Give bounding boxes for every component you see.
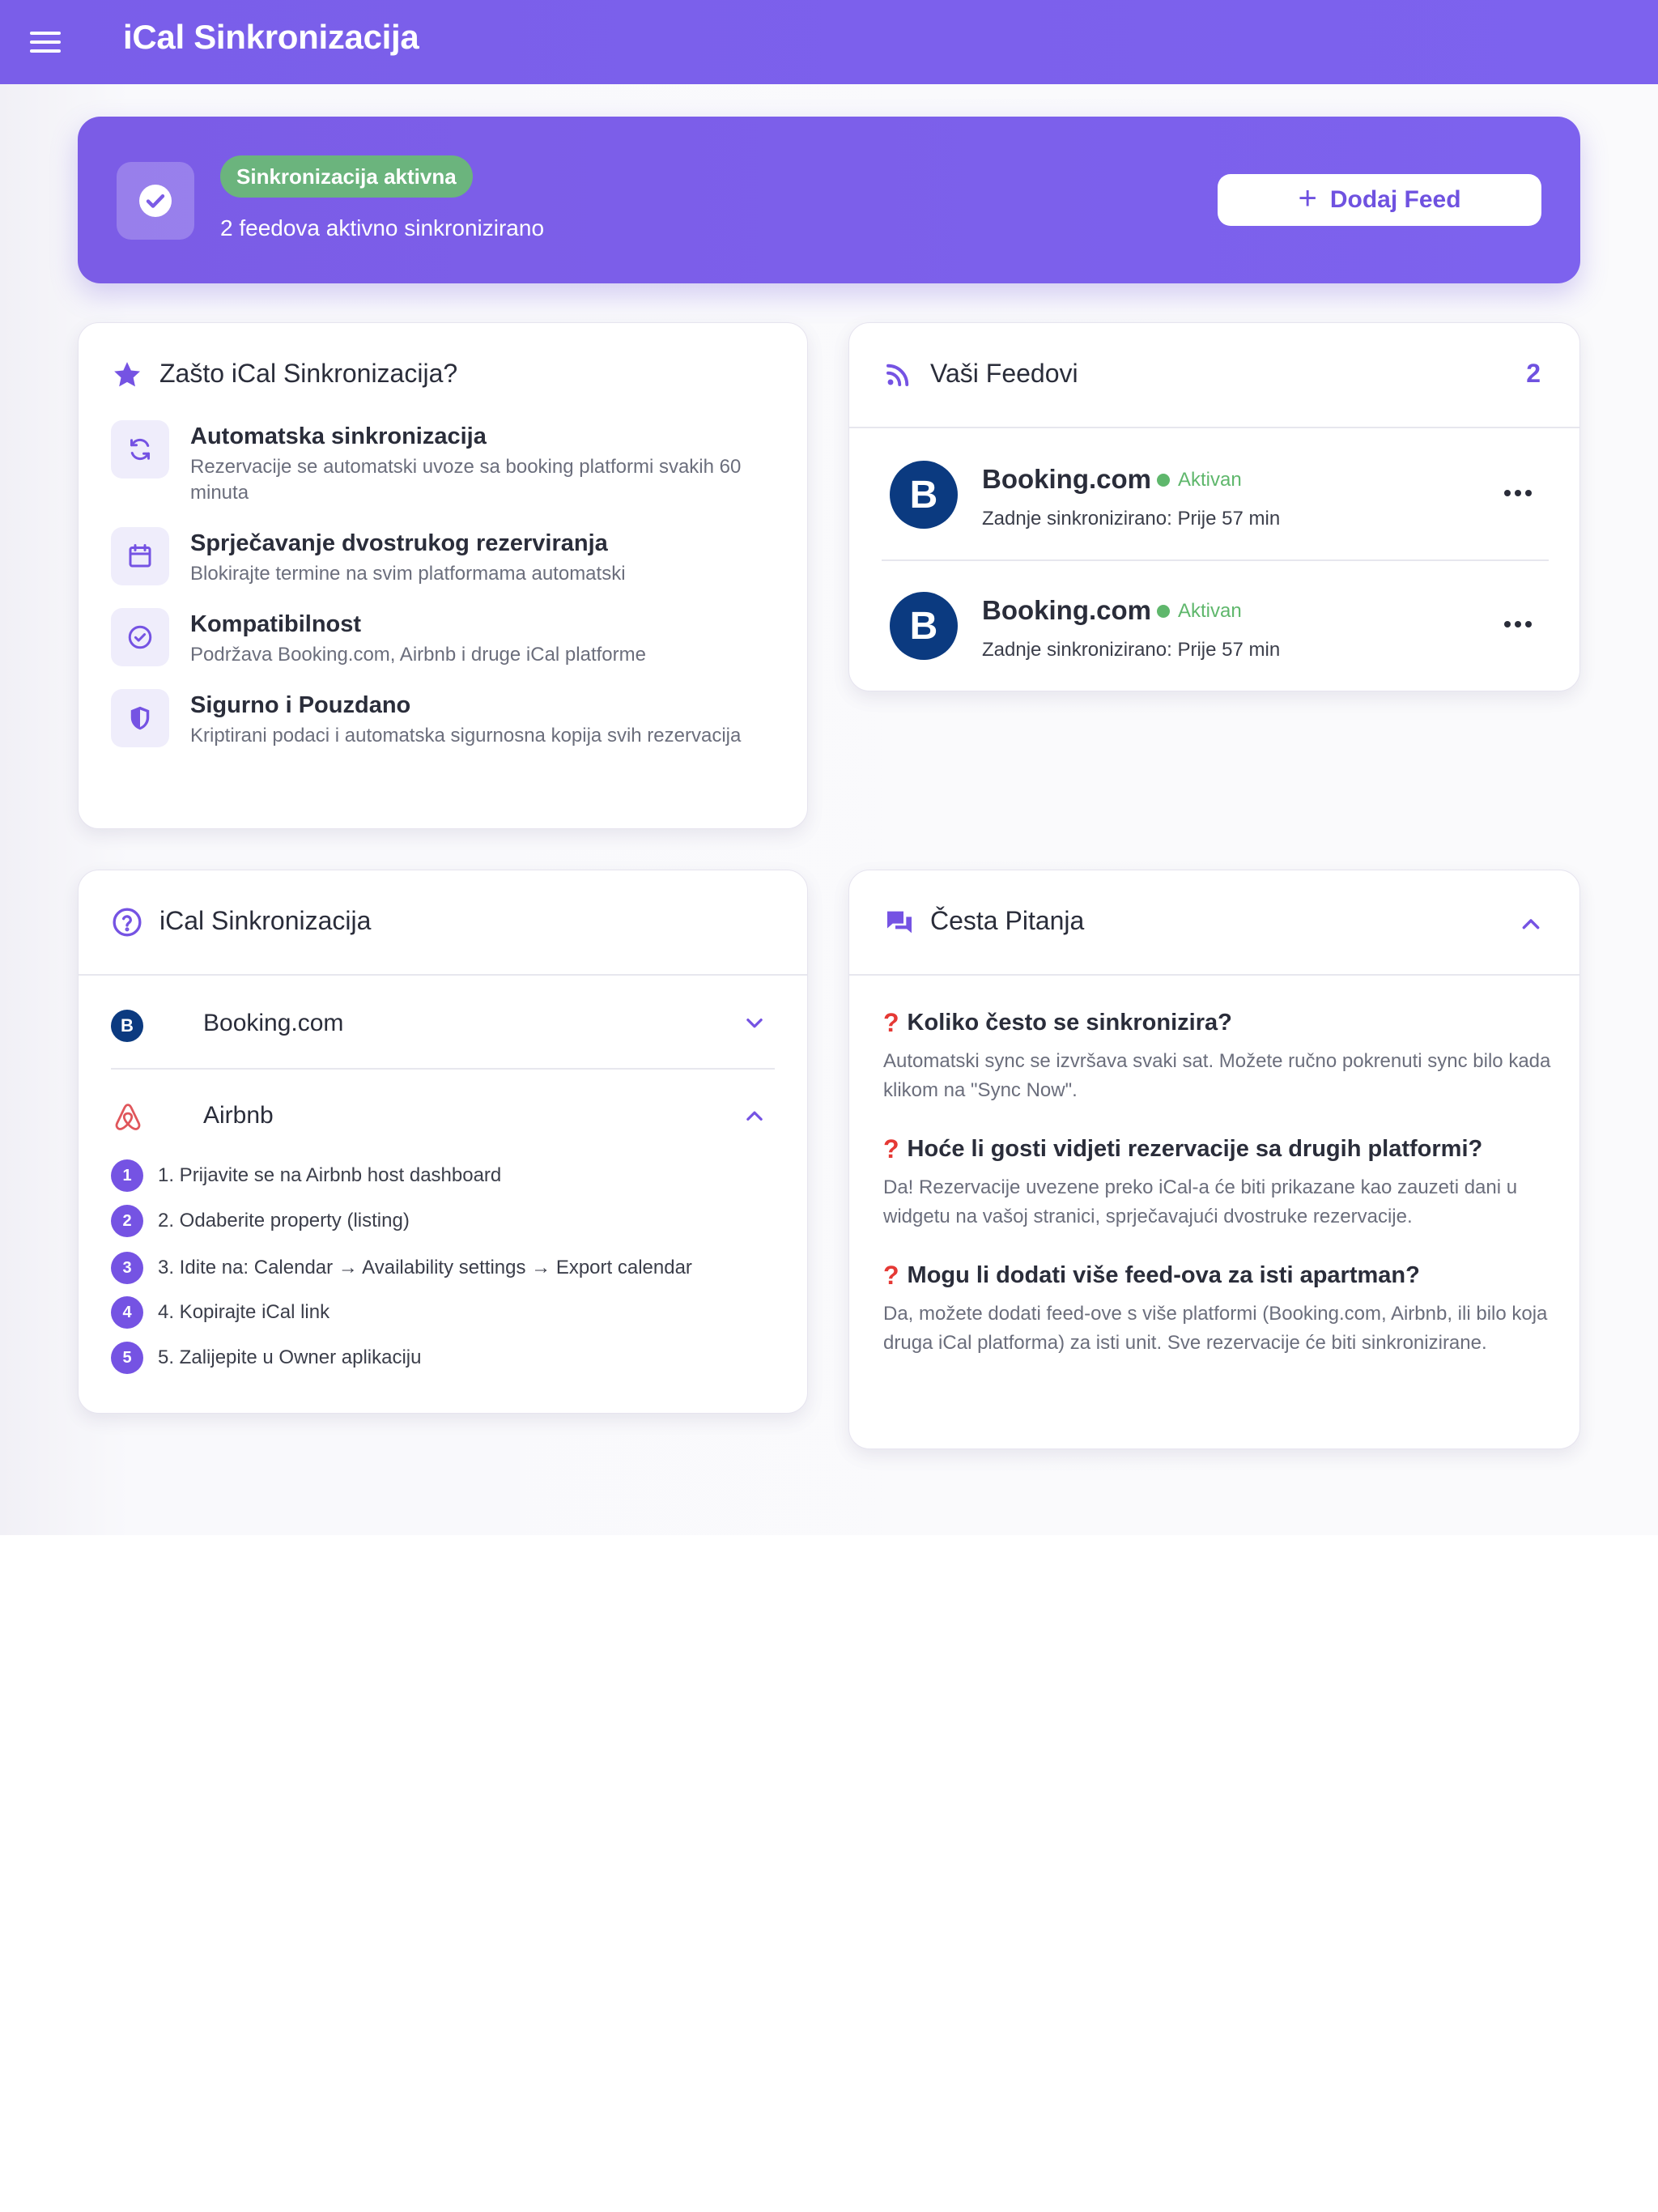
more-options-icon[interactable] bbox=[1495, 608, 1541, 640]
faq-question-text: Hoće li gosti vidjeti rezervacije sa dru… bbox=[907, 1136, 1483, 1162]
faq-answer: Automatski sync se izvršava svaki sat. M… bbox=[883, 1050, 1551, 1101]
feature-title: Sprječavanje dvostrukog rezerviranja bbox=[190, 530, 608, 556]
help-icon bbox=[111, 906, 143, 938]
sync-summary: 2 feedova aktivno sinkronizirano bbox=[220, 215, 545, 240]
step-number: 2 bbox=[111, 1205, 143, 1237]
faq-answer: Da, možete dodati feed-ove s više platfo… bbox=[883, 1303, 1548, 1354]
status-dot-icon bbox=[1157, 474, 1170, 487]
calendar-icon bbox=[111, 527, 169, 585]
faq-answer: Da! Rezervacije uvezene preko iCal-a će … bbox=[883, 1176, 1518, 1227]
step-text: 3. Idite na: Calendar → Availability set… bbox=[158, 1257, 692, 1278]
divider bbox=[111, 1068, 775, 1070]
feature-description: Blokirajte termine na svim platformama a… bbox=[190, 563, 626, 585]
status-badge: Sinkronizacija aktivna bbox=[220, 155, 473, 198]
booking-logo: B bbox=[890, 461, 958, 529]
faq-question-text: Koliko često se sinkronizira? bbox=[907, 1010, 1232, 1036]
step-number: 4 bbox=[111, 1296, 143, 1329]
add-feed-label: Dodaj Feed bbox=[1329, 186, 1461, 213]
airbnb-icon bbox=[111, 1100, 145, 1134]
app-bar: iCal Sinkronizacija bbox=[0, 0, 1658, 84]
chevron-up-icon[interactable] bbox=[742, 1104, 767, 1128]
status-text: Aktivan bbox=[1178, 600, 1242, 622]
more-options-icon[interactable] bbox=[1495, 477, 1541, 509]
question-mark-icon: ? bbox=[883, 1261, 899, 1290]
sync-status-banner: Sinkronizacija aktivna 2 feedova aktivno… bbox=[78, 117, 1580, 283]
plus-icon: + bbox=[1298, 181, 1317, 216]
faq-card-title: Česta Pitanja bbox=[930, 906, 1085, 935]
faq-question-text: Mogu li dodati više feed-ova za isti apa… bbox=[907, 1262, 1420, 1288]
status-dot-icon bbox=[1157, 605, 1170, 618]
check-circle-icon bbox=[111, 608, 169, 666]
last-sync-text: Zadnje sinkronizirano: Prije 57 min bbox=[982, 639, 1281, 661]
feed-name: Booking.com bbox=[982, 464, 1152, 494]
ical-card-title: iCal Sinkronizacija bbox=[159, 906, 372, 935]
feature-title: Sigurno i Pouzdano bbox=[190, 692, 411, 718]
page-title: iCal Sinkronizacija bbox=[123, 18, 419, 56]
add-feed-button[interactable]: + Dodaj Feed bbox=[1218, 174, 1541, 226]
faq-question: ? Mogu li dodati više feed-ova za isti a… bbox=[883, 1261, 1420, 1291]
divider bbox=[882, 559, 1549, 561]
list-item: 5 5. Zalijepite u Owner aplikaciju bbox=[111, 1341, 422, 1375]
faq-question: ? Koliko često se sinkronizira? bbox=[883, 1008, 1232, 1038]
question-mark-icon: ? bbox=[883, 1134, 899, 1163]
faq-question: ? Hoće li gosti vidjeti rezervacije sa d… bbox=[883, 1134, 1482, 1164]
feature-title: Automatska sinkronizacija bbox=[190, 423, 487, 449]
list-item: 3 3. Idite na: Calendar → Availability s… bbox=[111, 1251, 692, 1285]
star-icon bbox=[111, 359, 143, 391]
accordion-label: Airbnb bbox=[203, 1102, 274, 1129]
accordion-booking[interactable]: B Booking.com bbox=[111, 997, 775, 1052]
status-badge: Aktivan bbox=[1157, 469, 1242, 491]
shield-icon bbox=[111, 689, 169, 747]
your-feeds-card: Vaši Feedovi 2 B Booking.com Aktivan Zad… bbox=[848, 322, 1580, 691]
accordion-label: Booking.com bbox=[203, 1010, 344, 1036]
step-number: 5 bbox=[111, 1342, 143, 1374]
chat-icon bbox=[883, 906, 916, 938]
feeds-card-title: Vaši Feedovi bbox=[930, 359, 1078, 388]
menu-icon[interactable] bbox=[23, 23, 68, 62]
divider bbox=[849, 974, 1579, 976]
status-badge: Aktivan bbox=[1157, 600, 1242, 623]
faq-card: Česta Pitanja ? Koliko često se sinkroni… bbox=[848, 870, 1580, 1449]
step-number: 1 bbox=[111, 1159, 143, 1192]
chevron-up-icon[interactable] bbox=[1518, 911, 1544, 937]
list-item: 1 1. Prijavite se na Airbnb host dashboa… bbox=[111, 1159, 501, 1193]
feature-description: Podržava Booking.com, Airbnb i druge iCa… bbox=[190, 644, 646, 666]
why-card-title: Zašto iCal Sinkronizacija? bbox=[159, 359, 458, 388]
step-text: 5. Zalijepite u Owner aplikaciju bbox=[158, 1346, 422, 1368]
step-number: 3 bbox=[111, 1252, 143, 1284]
list-item: 4 4. Kopirajte iCal link bbox=[111, 1295, 329, 1329]
feed-name: Booking.com bbox=[982, 595, 1152, 625]
feature-title: Kompatibilnost bbox=[190, 611, 362, 637]
feature-description: Rezervacije se automatski uvoze sa booki… bbox=[190, 456, 742, 504]
list-item: 2 2. Odaberite property (listing) bbox=[111, 1204, 410, 1238]
sync-icon bbox=[111, 420, 169, 479]
feed-count: 2 bbox=[1526, 359, 1541, 388]
chevron-down-icon[interactable] bbox=[742, 1011, 767, 1036]
ical-instructions-card: iCal Sinkronizacija B Booking.com Airbnb… bbox=[78, 870, 808, 1414]
accordion-airbnb[interactable]: Airbnb bbox=[111, 1089, 775, 1144]
question-mark-icon: ? bbox=[883, 1008, 899, 1037]
step-text: 4. Kopirajte iCal link bbox=[158, 1301, 330, 1323]
status-text: Aktivan bbox=[1178, 469, 1242, 491]
step-text: 1. Prijavite se na Airbnb host dashboard bbox=[158, 1164, 502, 1186]
rss-icon bbox=[883, 360, 912, 389]
divider bbox=[79, 974, 807, 976]
why-ical-card: Zašto iCal Sinkronizacija? Automatska si… bbox=[78, 322, 808, 829]
check-circle-icon bbox=[117, 162, 194, 240]
booking-logo: B bbox=[111, 1010, 143, 1042]
last-sync-text: Zadnje sinkronizirano: Prije 57 min bbox=[982, 508, 1281, 530]
booking-logo: B bbox=[890, 592, 958, 660]
step-text: 2. Odaberite property (listing) bbox=[158, 1210, 410, 1231]
divider bbox=[849, 427, 1579, 428]
feature-description: Kriptirani podaci i automatska sigurnosn… bbox=[190, 725, 742, 747]
